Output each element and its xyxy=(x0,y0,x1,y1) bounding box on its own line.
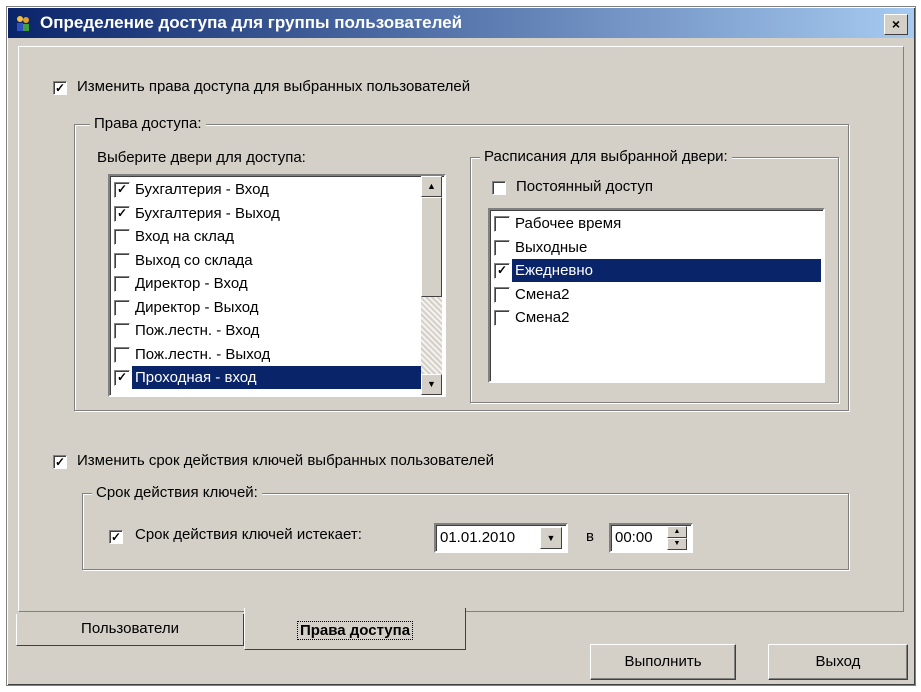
door-item-checkbox[interactable] xyxy=(114,229,130,245)
users-icon xyxy=(17,16,29,31)
arrow-up-icon: ▲ xyxy=(673,528,681,535)
door-item[interactable]: Пож.лестн. - Выход xyxy=(110,343,421,366)
doors-list[interactable]: ✓ Бухгалтерия - Вход ✓ Бухгалтерия - Выход В… xyxy=(108,174,446,397)
check-icon: ✓ xyxy=(116,182,128,196)
schedule-item[interactable]: Выходные xyxy=(490,236,821,259)
door-item-label: Пож.лестн. - Выход xyxy=(135,345,271,363)
door-item-label: Директор - Выход xyxy=(135,298,259,316)
scroll-down-button[interactable]: ▼ xyxy=(421,374,442,395)
change-access-checkbox[interactable]: ✓ xyxy=(53,81,67,95)
door-item[interactable]: Директор - Вход xyxy=(110,272,421,295)
scroll-up-button[interactable]: ▲ xyxy=(421,176,442,197)
door-item[interactable]: ✓ Проходная - вход xyxy=(110,366,421,389)
door-item-checkbox[interactable] xyxy=(114,323,130,339)
window-title: Определение доступа для группы пользоват… xyxy=(40,13,463,32)
time-value: 00:00 xyxy=(615,529,653,546)
door-item-checkbox[interactable] xyxy=(114,276,130,292)
change-expiry-checkbox[interactable]: ✓ xyxy=(53,455,67,469)
time-picker[interactable]: 00:00 ▲ ▼ xyxy=(609,523,693,553)
door-item-label: Бухгалтерия - Выход xyxy=(135,204,280,222)
tab-users[interactable]: Пользователи xyxy=(16,614,244,646)
change-access-label: Изменить права доступа для выбранных пол… xyxy=(77,78,471,95)
tab-access-rights[interactable]: Права доступа xyxy=(244,608,466,650)
door-item-checkbox[interactable] xyxy=(114,299,130,316)
time-down-button[interactable]: ▼ xyxy=(667,538,687,550)
arrow-up-icon: ▲ xyxy=(427,181,436,191)
schedule-item-checkbox[interactable] xyxy=(494,239,510,256)
check-icon: ✓ xyxy=(110,530,122,544)
date-picker[interactable]: 01.01.2010 ▼ xyxy=(434,523,568,553)
execute-button[interactable]: Выполнить xyxy=(590,644,736,680)
expires-label: Срок действия ключей истекает: xyxy=(135,526,362,543)
door-item[interactable]: Вход на склад xyxy=(110,225,421,248)
schedule-item-label: Ежедневно xyxy=(512,259,821,282)
doors-scrollbar[interactable]: ▲ ▼ xyxy=(421,176,442,395)
door-item-label: Пож.лестн. - Вход xyxy=(135,322,260,339)
door-item-checkbox[interactable]: ✓ xyxy=(114,182,130,198)
schedule-item-label: Выходные xyxy=(515,238,588,256)
schedule-item-label: Смена2 xyxy=(515,309,570,326)
schedules-group-label: Расписания для выбранной двери: xyxy=(480,148,732,165)
change-expiry-label: Изменить срок действия ключей выбранных … xyxy=(77,452,494,469)
door-item-label: Бухгалтерия - Вход xyxy=(135,181,269,198)
date-value: 01.01.2010 xyxy=(440,529,516,546)
door-item[interactable]: ✓ Бухгалтерия - Выход xyxy=(110,202,421,225)
doors-label: Выберите двери для доступа: xyxy=(97,149,306,166)
permanent-access-checkbox[interactable] xyxy=(492,181,506,195)
schedule-item[interactable]: Смена2 xyxy=(490,306,821,329)
date-dropdown-button[interactable]: ▼ xyxy=(540,527,562,549)
door-item-label: Проходная - вход xyxy=(132,366,421,389)
door-item-checkbox[interactable]: ✓ xyxy=(114,370,130,386)
time-up-button[interactable]: ▲ xyxy=(667,526,687,538)
door-item-checkbox[interactable]: ✓ xyxy=(114,205,130,222)
schedules-list[interactable]: Рабочее время Выходные ✓ Ежедневно Смена2 Сме… xyxy=(488,208,825,383)
exit-button[interactable]: Выход xyxy=(768,644,908,680)
schedule-item-checkbox[interactable] xyxy=(494,286,510,303)
door-item[interactable]: Пож.лестн. - Вход xyxy=(110,319,421,342)
door-item[interactable]: Директор - Выход xyxy=(110,296,421,319)
permanent-access-label: Постоянный доступ xyxy=(516,178,653,195)
expires-checkbox[interactable]: ✓ xyxy=(109,530,123,544)
check-icon: ✓ xyxy=(54,81,66,95)
schedules-rows: Рабочее время Выходные ✓ Ежедневно Смена2 Сме… xyxy=(490,212,821,379)
close-button[interactable]: × xyxy=(884,14,908,35)
schedule-item[interactable]: Смена2 xyxy=(490,283,821,306)
door-item[interactable]: ✓ Бухгалтерия - Вход xyxy=(110,178,421,201)
schedule-item[interactable]: ✓ Ежедневно xyxy=(490,259,821,282)
arrow-down-icon: ▼ xyxy=(427,379,436,389)
check-icon: ✓ xyxy=(116,370,128,384)
schedule-item-checkbox[interactable]: ✓ xyxy=(494,263,510,279)
door-item-checkbox[interactable] xyxy=(114,252,130,269)
arrow-down-icon: ▼ xyxy=(673,540,681,547)
scroll-thumb[interactable] xyxy=(421,197,442,297)
schedule-item-checkbox[interactable] xyxy=(494,310,510,326)
door-item-label: Вход на склад xyxy=(135,228,234,245)
tab-users-label: Пользователи xyxy=(81,620,179,637)
door-item[interactable]: Выход со склада xyxy=(110,249,421,272)
tab-access-rights-label: Права доступа xyxy=(296,621,414,640)
schedule-item-label: Рабочее время xyxy=(515,215,622,232)
schedule-item-checkbox[interactable] xyxy=(494,216,510,232)
chevron-down-icon: ▼ xyxy=(546,533,556,543)
door-item-label: Выход со склада xyxy=(135,251,253,269)
check-icon: ✓ xyxy=(54,455,66,469)
expiry-group-label: Срок действия ключей: xyxy=(92,484,262,501)
check-icon: ✓ xyxy=(116,205,128,220)
check-icon: ✓ xyxy=(496,263,508,277)
doors-rows: ✓ Бухгалтерия - Вход ✓ Бухгалтерия - Выход В… xyxy=(110,178,421,393)
schedule-item[interactable]: Рабочее время xyxy=(490,212,821,235)
title-bar[interactable]: Определение доступа для группы пользоват… xyxy=(8,8,914,38)
door-item-label: Директор - Вход xyxy=(135,275,248,292)
schedule-item-label: Смена2 xyxy=(515,285,570,303)
access-rights-group-label: Права доступа: xyxy=(90,115,206,132)
at-label: в xyxy=(586,528,594,545)
door-item-checkbox[interactable] xyxy=(114,346,130,363)
